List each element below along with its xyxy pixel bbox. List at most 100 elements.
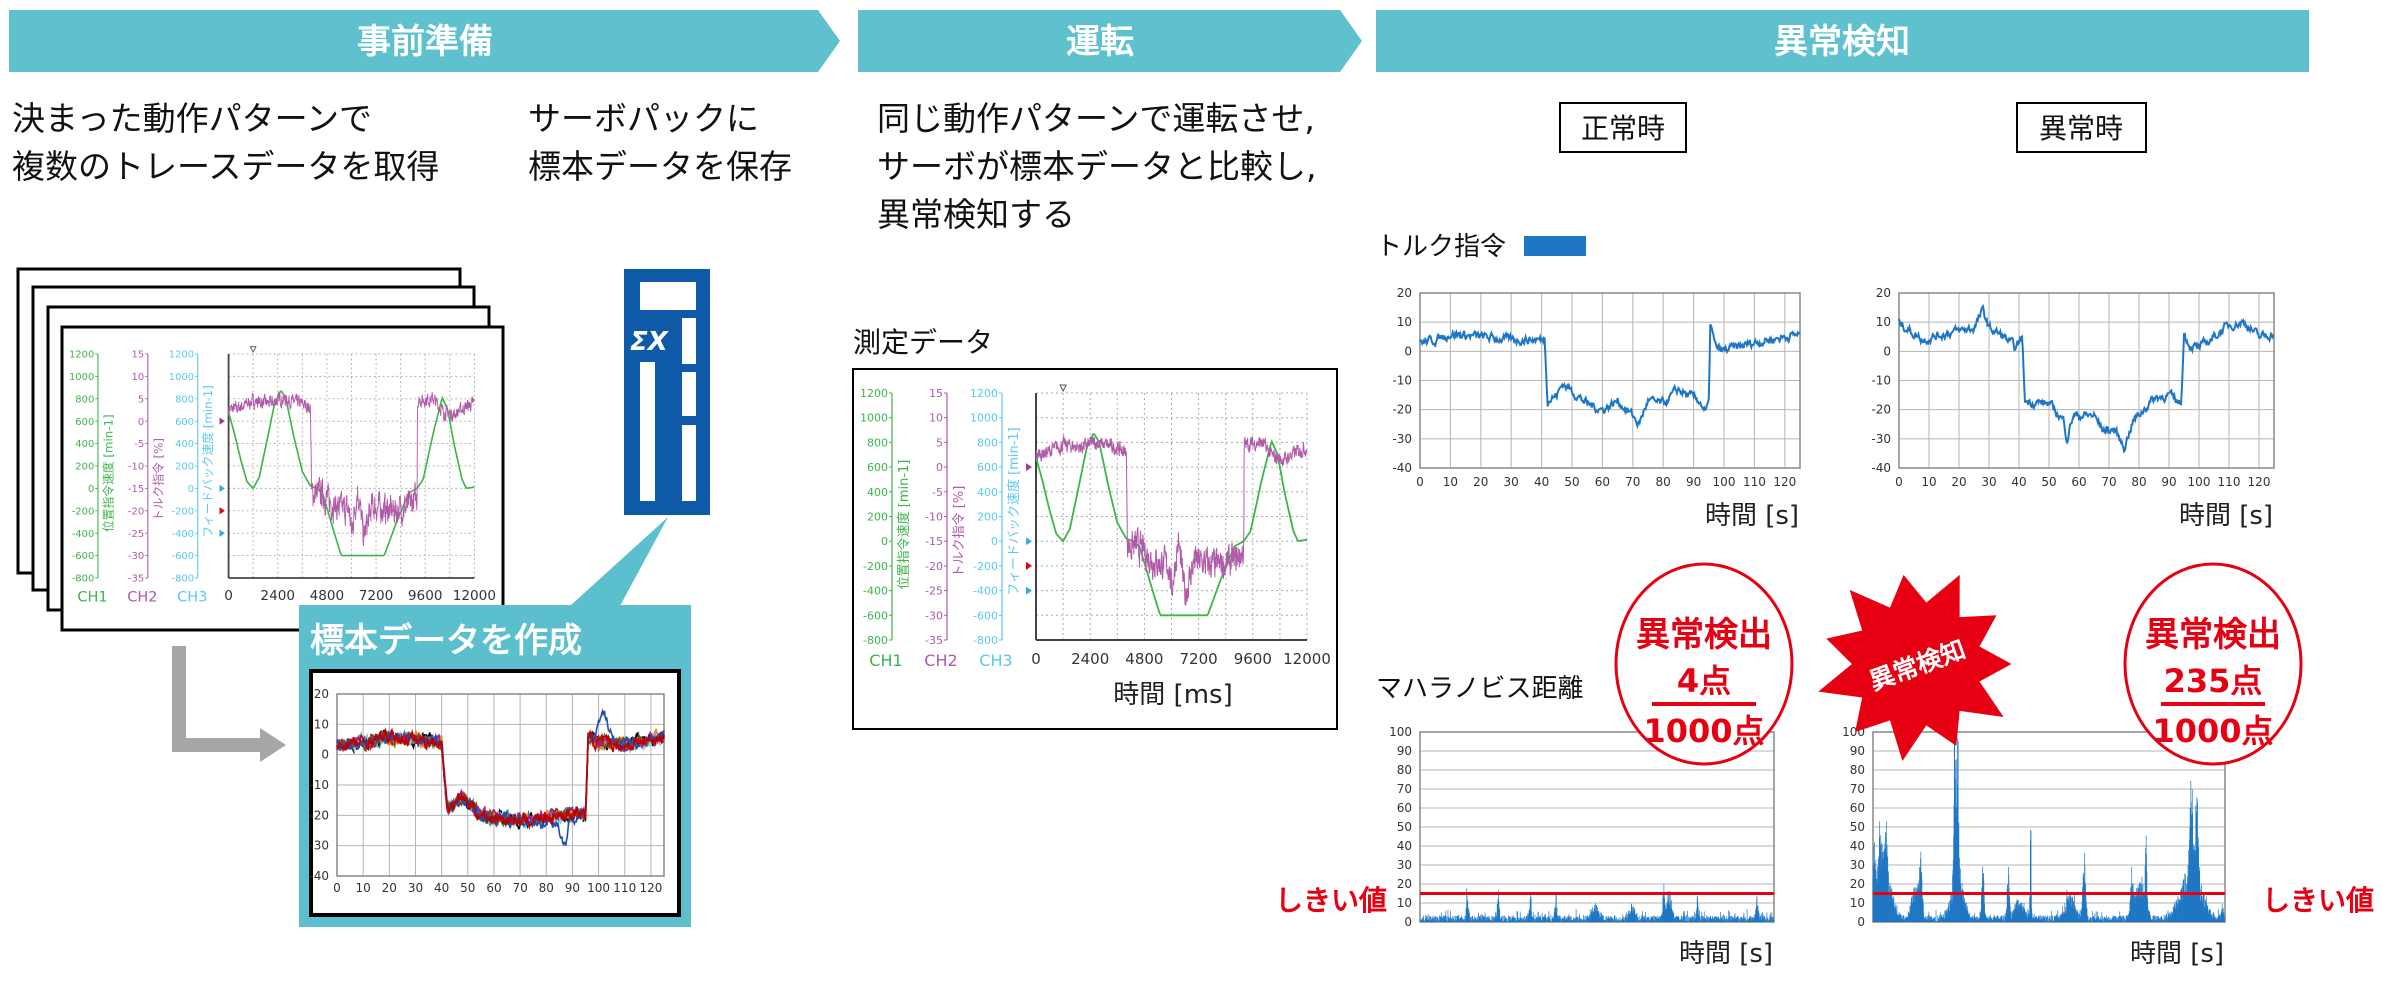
normal-result-count: 4点	[1677, 662, 1731, 700]
x-tick-label: 100	[2188, 475, 2211, 489]
axis-title-ch2: トルク指令 [%]	[952, 486, 967, 578]
y-tick-label: 10	[1850, 896, 1865, 910]
axis-title-ch2: トルク指令 [%]	[151, 438, 165, 521]
servopack-text-line-1: サーボパックに	[528, 99, 759, 138]
tick-label: 200	[977, 511, 998, 524]
x-tick-label: 100	[1713, 475, 1736, 489]
channel-label: CH3	[177, 590, 207, 606]
x-tick-label: 30	[408, 881, 423, 895]
y-tick-label: 0	[1883, 344, 1891, 358]
threshold-label-left: しきい値	[1275, 884, 1387, 917]
x-tick-label: 30	[1504, 475, 1519, 489]
sample-chart: 0 10 20 30 40 50 60 70 80 90 100 110 12020100-10-20-…	[309, 687, 665, 895]
x-tick-label: 2400	[1071, 650, 1109, 668]
x-tick-label: 20	[1473, 475, 1488, 489]
header-detect: 異常検知	[1774, 22, 1910, 62]
torque-legend-label: トルク指令	[1376, 232, 1506, 262]
abnormal-result-total: 1000点	[2152, 712, 2273, 750]
y-tick-label: 10	[1397, 896, 1412, 910]
tick-label: 1000	[970, 412, 998, 425]
run-text-line-3: 異常検知する	[877, 195, 1075, 234]
normal-result-title: 異常検出	[1636, 615, 1772, 655]
y-tick-label: 80	[1397, 763, 1412, 777]
normal-result-badge: 異常検出 4点 1000点	[1614, 562, 1794, 766]
x-tick-label: 70	[1625, 475, 1640, 489]
tick-label: 400	[75, 439, 94, 450]
flow-arrow	[172, 646, 262, 752]
y-tick-label: 40	[1397, 839, 1412, 853]
servopack-icon: ΣX	[624, 269, 710, 515]
y-tick-label: -10	[309, 778, 329, 792]
x-tick-label: 0	[333, 881, 341, 895]
x-tick-label: 0	[224, 588, 233, 604]
tick-label: -35	[925, 634, 943, 647]
y-tick-label: 50	[1850, 820, 1865, 834]
tick-label: 5	[138, 394, 144, 405]
tick-label: -600	[863, 609, 888, 622]
y-tick-label: 20	[1876, 286, 1891, 300]
servopack-text-line-2: 標本データを保存	[528, 147, 792, 186]
tick-label: 400	[977, 486, 998, 499]
x-tick-label: 60	[2071, 475, 2086, 489]
y-tick-label: 0	[1404, 344, 1412, 358]
channel-label: CH1	[77, 590, 107, 606]
x-tick-label: 10	[1443, 475, 1458, 489]
tick-label: -400	[171, 529, 194, 540]
tick-label: 1000	[69, 372, 94, 383]
y-tick-label: 10	[1397, 315, 1412, 329]
y-tick-label: 20	[1397, 286, 1412, 300]
header-prep: 事前準備	[357, 22, 493, 62]
y-tick-label: 90	[1850, 744, 1865, 758]
tick-label: 400	[867, 486, 888, 499]
tick-label: 5	[936, 436, 943, 449]
x-tick-label: 100	[587, 881, 610, 895]
x-tick-label: 80	[2131, 475, 2146, 489]
y-tick-label: 0	[1857, 915, 1865, 929]
tick-label: -35	[128, 574, 144, 585]
x-tick-label: 9600	[1234, 650, 1272, 668]
tick-label: -10	[128, 462, 144, 473]
abnormal-label: 異常時	[2039, 112, 2123, 145]
y-tick-label: -20	[1392, 403, 1412, 417]
tick-label: -600	[72, 551, 95, 562]
x-tick-label: 0	[1895, 475, 1903, 489]
x-tick-label: 70	[512, 881, 527, 895]
x-tick-label: 60	[1595, 475, 1610, 489]
y-tick-label: 70	[1397, 782, 1412, 796]
tick-label: -15	[925, 535, 943, 548]
x-tick-label: 120	[639, 881, 662, 895]
tick-label: 200	[175, 462, 194, 473]
axis-title-ch1: 位置指令速度 [min-1]	[101, 414, 115, 532]
x-tick-label: 4800	[310, 588, 345, 604]
tick-label: 400	[175, 439, 194, 450]
x-tick-label: 20	[1951, 475, 1966, 489]
y-tick-label: 100	[1389, 725, 1412, 739]
tick-label: -25	[128, 529, 144, 540]
y-tick-label: 10	[314, 717, 329, 731]
y-tick-label: 20	[314, 687, 329, 701]
x-tick-label: 50	[2041, 475, 2056, 489]
threshold-label-right: しきい値	[2262, 884, 2374, 917]
tick-label: -20	[925, 560, 943, 573]
tick-label: 1200	[69, 350, 94, 361]
x-tick-label: 12000	[453, 588, 496, 604]
x-tick-label: 120	[2248, 475, 2271, 489]
x-tick-label: 12000	[1283, 650, 1331, 668]
normal-label: 正常時	[1581, 112, 1665, 145]
tick-label: 800	[977, 436, 998, 449]
abnormal-result-title: 異常検出	[2145, 615, 2281, 655]
x-tick-label: 9600	[408, 588, 443, 604]
y-tick-label: 30	[1850, 858, 1865, 872]
x-tick-label: 120	[1773, 475, 1796, 489]
y-tick-label: 50	[1397, 820, 1412, 834]
x-tick-label: 7200	[1180, 650, 1218, 668]
y-tick-label: 60	[1397, 801, 1412, 815]
diagram-canvas: 事前準備 運転 異常検知 決まった動作パターンで 複数のトレースデータを取得 サ…	[9, 10, 2374, 969]
tick-label: 0	[138, 417, 144, 428]
y-tick-label: -30	[1392, 432, 1412, 446]
x-tick-label: 60	[486, 881, 501, 895]
callout-title: 標本データを作成	[310, 621, 582, 661]
x-tick-label: 20	[382, 881, 397, 895]
y-tick-label: 40	[1850, 839, 1865, 853]
tick-label: -200	[863, 560, 888, 573]
